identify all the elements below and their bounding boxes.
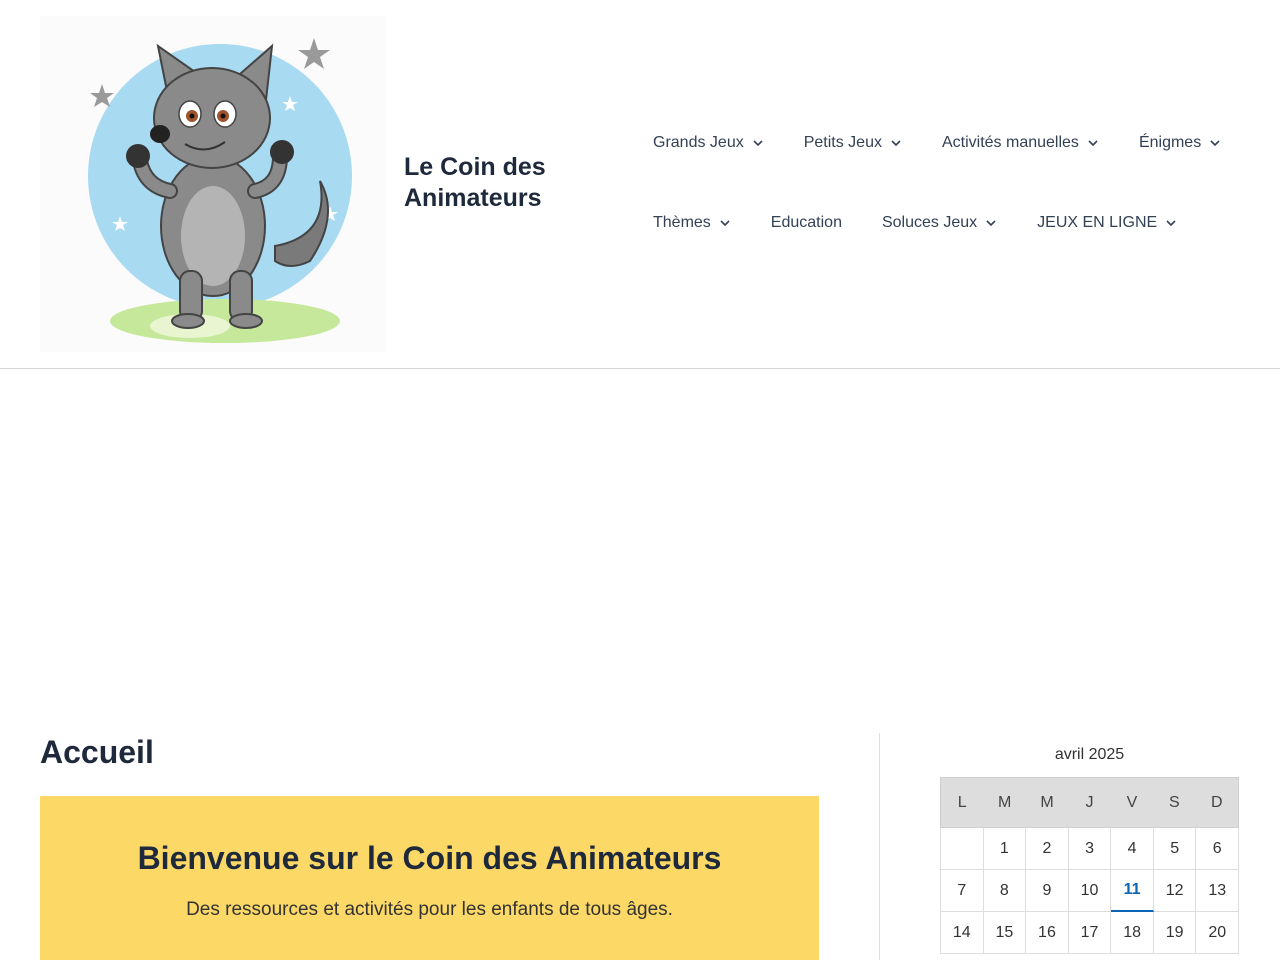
calendar-week: 1 2 3 4 5 6 <box>940 828 1240 870</box>
nav-item-jeux-en-ligne[interactable]: JEUX EN LIGNE <box>1037 212 1177 234</box>
calendar-day: 15 <box>983 912 1027 954</box>
nav-item-label: Énigmes <box>1138 134 1202 151</box>
nav-item-soluces-jeux[interactable]: Soluces Jeux <box>882 212 997 234</box>
weekday-label: L <box>957 793 967 811</box>
page-title: Accueil <box>40 734 154 770</box>
nav-item-label: Activités manuelles <box>941 134 1079 151</box>
calendar-day: 7 <box>940 870 984 912</box>
weekday-label: M <box>997 793 1012 811</box>
site-logo[interactable] <box>40 16 386 352</box>
calendar-day: 1 <box>983 828 1027 870</box>
calendar-day: 18 <box>1111 912 1154 954</box>
chevron-down-icon <box>719 217 731 229</box>
calendar-week: 14 15 16 17 18 19 20 <box>940 912 1240 954</box>
sidebar-divider <box>879 733 880 960</box>
weekday-label: S <box>1168 793 1180 811</box>
calendar-day: 5 <box>1153 828 1197 870</box>
nav-item-label: Petits Jeux <box>803 134 882 151</box>
primary-nav-row-1: Grands Jeux Petits Jeux Activités manuel… <box>653 132 1221 154</box>
nav-item-label: JEUX EN LIGNE <box>1037 214 1158 231</box>
calendar-day: 20 <box>1196 912 1240 954</box>
weekday-label: M <box>1040 793 1054 811</box>
calendar-widget: avril 2025 L M M J V S D 1 2 3 4 5 6 7 8… <box>940 744 1240 954</box>
chevron-down-icon <box>1209 137 1221 149</box>
chevron-down-icon <box>1087 137 1099 149</box>
calendar-day: 2 <box>1026 828 1069 870</box>
calendar-day-today[interactable]: 11 <box>1111 870 1154 912</box>
site-title[interactable]: Le Coin des Animateurs <box>404 152 604 214</box>
chevron-down-icon <box>1165 217 1177 229</box>
calendar-day-empty <box>940 828 984 870</box>
nav-item-enigmes[interactable]: Énigmes <box>1139 132 1221 154</box>
chevron-down-icon <box>752 137 764 149</box>
weekday-label: D <box>1210 793 1223 811</box>
calendar-week: 7 8 9 10 11 12 13 <box>940 870 1240 912</box>
calendar-day: 17 <box>1068 912 1112 954</box>
calendar-day: 3 <box>1068 828 1112 870</box>
primary-nav-row-2: Thèmes Education Soluces Jeux JEUX EN LI… <box>653 212 1177 234</box>
wolf-mascot-logo <box>88 38 352 343</box>
calendar-weekday-header: L M M J V S D <box>940 777 1239 828</box>
chevron-down-icon <box>985 217 997 229</box>
calendar-day: 10 <box>1068 870 1112 912</box>
welcome-subtext: Des ressources et activités pour les enf… <box>186 899 673 920</box>
calendar-day: 8 <box>983 870 1027 912</box>
nav-item-petits-jeux[interactable]: Petits Jeux <box>804 132 902 154</box>
nav-item-label: Grands Jeux <box>653 134 744 151</box>
calendar-day: 6 <box>1196 828 1240 870</box>
calendar-day: 14 <box>940 912 984 954</box>
calendar-day: 19 <box>1153 912 1197 954</box>
nav-item-label: Thèmes <box>653 214 711 231</box>
nav-item-activites-manuelles[interactable]: Activités manuelles <box>942 132 1099 154</box>
site-header: Le Coin des Animateurs Grands Jeux Petit… <box>0 0 1280 369</box>
calendar-day: 4 <box>1111 828 1154 870</box>
calendar-day: 12 <box>1153 870 1197 912</box>
welcome-heading: Bienvenue sur le Coin des Animateurs <box>137 840 722 876</box>
welcome-banner: Bienvenue sur le Coin des Animateurs Des… <box>40 796 819 960</box>
weekday-label: J <box>1085 793 1094 811</box>
calendar-day: 16 <box>1026 912 1069 954</box>
calendar-day: 9 <box>1026 870 1069 912</box>
weekday-label: V <box>1126 793 1138 811</box>
calendar-caption: avril 2025 <box>1054 746 1125 763</box>
chevron-down-icon <box>890 137 902 149</box>
nav-item-themes[interactable]: Thèmes <box>653 212 731 234</box>
nav-item-label: Education <box>770 214 842 231</box>
nav-item-grands-jeux[interactable]: Grands Jeux <box>653 132 764 154</box>
nav-item-label: Soluces Jeux <box>881 214 978 231</box>
calendar-day: 13 <box>1196 870 1240 912</box>
nav-item-education[interactable]: Education <box>771 212 842 234</box>
